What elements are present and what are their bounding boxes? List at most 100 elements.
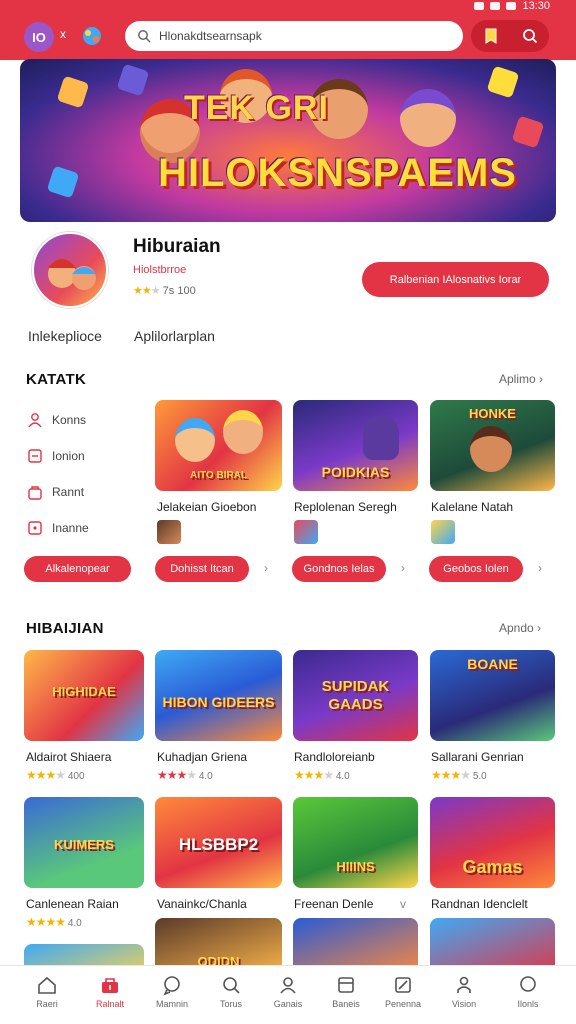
thumb-label: HIGHIDAE	[52, 684, 116, 699]
character-figure	[400, 89, 456, 147]
chevron-right-icon[interactable]: ›	[264, 561, 268, 575]
side-item-3[interactable]: Rannt	[26, 483, 84, 501]
character-figure	[470, 426, 512, 472]
game-thumbnail[interactable]: AITO BIRAL	[155, 400, 282, 491]
header-search-button[interactable]	[517, 23, 543, 49]
profile-tab-2[interactable]: Aplilorlarplan	[134, 328, 215, 344]
game-title[interactable]: Aldairot Shiaera	[26, 750, 111, 764]
side-item-1[interactable]: Konns	[26, 411, 86, 429]
rating-stars: ★★★	[133, 285, 161, 297]
wifi-icon	[474, 2, 485, 10]
game-thumbnail[interactable]: HIIINS	[293, 797, 418, 888]
edit-icon	[395, 977, 411, 993]
dice-decoration	[511, 115, 545, 149]
user-icon	[280, 977, 296, 994]
banner-title-line1: TEK GRI	[184, 89, 329, 127]
side-item-2[interactable]: Ionion	[26, 447, 85, 465]
nav-item-chat[interactable]: Mamnin	[147, 974, 197, 1009]
game-thumbnail[interactable]: HLSBBP2	[155, 797, 282, 888]
game-rating: ★★★★ 4.0	[157, 768, 213, 782]
nav-item-vision[interactable]: Vision	[439, 974, 489, 1009]
dice-decoration	[46, 165, 80, 199]
profile-avatar[interactable]	[32, 232, 108, 308]
see-more-label: Aplimo	[499, 372, 536, 386]
bookmark-button[interactable]	[478, 23, 504, 49]
nav-item-home[interactable]: Raeri	[22, 974, 72, 1009]
rating-score: 4.0	[198, 771, 213, 782]
circle-icon	[520, 976, 536, 992]
game-thumbnail[interactable]: HONKE	[430, 400, 555, 491]
character-figure	[223, 410, 263, 454]
close-mark[interactable]: x	[60, 27, 66, 41]
game-rating: ★★★★ 4.0	[294, 768, 350, 782]
game-title[interactable]: Freenan Denle	[294, 897, 373, 911]
puzzle-icon[interactable]	[80, 24, 104, 48]
nav-item-user[interactable]: Ganais	[263, 974, 313, 1009]
nav-label: Ganais	[273, 999, 303, 1009]
store-icon	[102, 978, 118, 993]
card-action-button[interactable]: Gondnos Ielas	[292, 556, 386, 582]
game-title[interactable]: Canlenean Raian	[26, 897, 119, 911]
profile-primary-button[interactable]: Ralbenian IAlosnativs Iorar	[362, 262, 549, 297]
see-more-link-katalk[interactable]: Aplimo ›	[499, 372, 543, 386]
game-thumbnail[interactable]: HIGHIDAE	[24, 650, 144, 741]
nav-item-edit[interactable]: Penenna	[378, 974, 428, 1009]
nav-item-search[interactable]: Torus	[206, 974, 256, 1009]
search-bar[interactable]	[125, 21, 463, 51]
see-more-link-hiburan[interactable]: Apndo ›	[499, 621, 541, 635]
banner-title-line2: HILOKSNSPAEMS	[158, 151, 517, 195]
game-title[interactable]: Sallarani Genrian	[431, 750, 524, 764]
rating-stars: ★★★★	[431, 768, 471, 782]
card-title[interactable]: Kalelane Natah	[431, 500, 513, 514]
game-thumbnail[interactable]: KUIMERS	[24, 797, 144, 888]
game-mini-icon	[157, 520, 181, 544]
rating-score: 400	[67, 771, 85, 782]
signal-icon	[490, 2, 501, 10]
nav-label: Penenna	[384, 999, 422, 1009]
game-thumbnail[interactable]: POIDKIAS	[293, 400, 418, 491]
game-title[interactable]: Randloloreianb	[294, 750, 375, 764]
card-title[interactable]: Replolenan Seregh	[294, 500, 397, 514]
nav-item-store[interactable]: Ralnalt	[85, 974, 135, 1009]
dice-decoration	[56, 75, 90, 109]
thumb-label: KUIMERS	[54, 837, 114, 852]
nav-label: Vision	[451, 999, 477, 1009]
profile-rating: ★★★ 7s 100	[133, 284, 196, 297]
hero-banner[interactable]: TEK GRI HILOKSNSPAEMS	[20, 59, 556, 222]
side-action-button[interactable]: Alkalenopear	[24, 556, 131, 582]
thumb-label: POIDKIAS	[321, 464, 390, 480]
chevron-right-icon[interactable]: ›	[401, 561, 405, 575]
person-icon	[28, 413, 42, 428]
game-title[interactable]: Vanainkc/Chanla	[157, 897, 247, 911]
game-thumbnail[interactable]: HIBON GIDEERS	[155, 650, 282, 741]
status-time: 13:30	[522, 0, 550, 12]
card-title[interactable]: Jelakeian Gioebon	[157, 500, 256, 514]
section-title-katalk: KATATK	[26, 371, 87, 388]
nav-item-box[interactable]: Baneis	[321, 974, 371, 1009]
game-title[interactable]: Randnan Idenclelt	[431, 897, 528, 911]
rating-text: 7s 100	[162, 285, 196, 297]
game-title[interactable]: Kuhadjan Griena	[157, 750, 247, 764]
nav-item-more[interactable]: Ilonls	[503, 974, 553, 1009]
nav-label: Ralnalt	[95, 999, 124, 1009]
bookmark-icon	[485, 28, 496, 44]
card-action-button[interactable]: Geobos Iolen	[429, 556, 523, 582]
app-root: 13:30 IO x Hlonakdtsearnsapk TEK GRI HIL…	[0, 0, 576, 1024]
thumb-label: SUPIDAK GAADS	[321, 678, 390, 713]
dice-decoration	[116, 63, 150, 97]
bag-icon	[28, 486, 42, 500]
profile-tab-1[interactable]: Inlekeplioce	[28, 328, 102, 344]
thumb-label: HIBON GIDEERS	[162, 694, 275, 710]
app-logo[interactable]: IO	[24, 22, 54, 52]
chevron-right-icon[interactable]: ›	[538, 561, 542, 575]
game-thumbnail[interactable]: BOANE	[430, 650, 555, 741]
chevron-down-icon[interactable]: v	[400, 897, 406, 911]
search-input[interactable]	[159, 29, 439, 43]
rating-stars: ★★★★	[294, 768, 334, 782]
thumb-label: AITO BIRAL	[189, 470, 248, 481]
game-thumbnail[interactable]: Gamas	[430, 797, 555, 888]
header-actions	[471, 20, 549, 52]
card-action-button[interactable]: Dohisst Itcan	[155, 556, 249, 582]
game-thumbnail[interactable]: SUPIDAK GAADS	[293, 650, 418, 741]
side-item-4[interactable]: Inanne	[26, 519, 89, 537]
